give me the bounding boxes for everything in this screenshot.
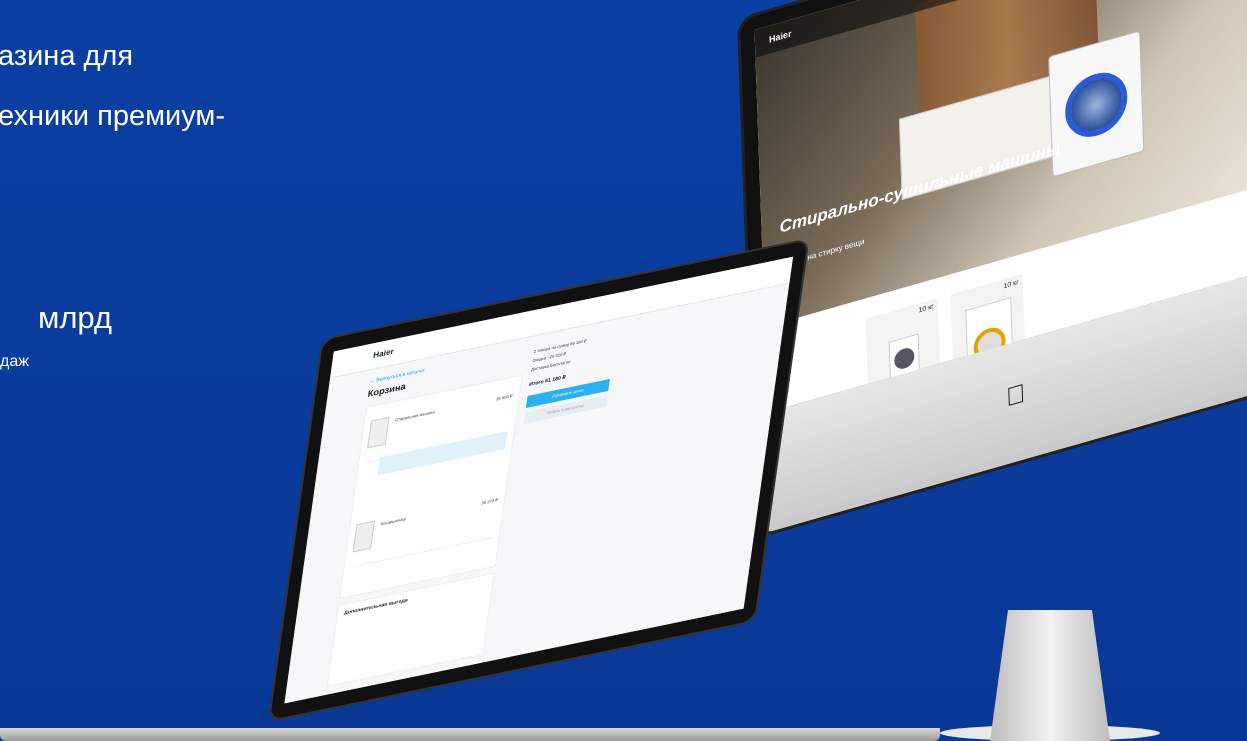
hero-stat-caption: даж bbox=[0, 353, 29, 370]
laptop-base bbox=[0, 728, 940, 741]
apple-logo-icon:  bbox=[1004, 377, 1027, 412]
cart-item-thumb bbox=[367, 416, 390, 449]
cart-item-name: Кондиционер bbox=[380, 516, 407, 527]
cart-item-name: Стиральная машина bbox=[394, 409, 436, 423]
cart-item-price: 35 900 ₽ bbox=[495, 393, 513, 402]
hero-line-2: ехники премиум- bbox=[0, 100, 226, 132]
product-size: 10 кг bbox=[918, 303, 934, 315]
total-label: Итого bbox=[528, 378, 545, 388]
imac-stand bbox=[990, 610, 1110, 741]
product-size: 10 кг bbox=[1003, 279, 1019, 291]
extra-benefit-title: Дополнительная выгода bbox=[343, 597, 409, 617]
imac-screen-frame: Haier Стирально-сушильные машины взгляд … bbox=[740, 0, 1247, 536]
imac-logo: Haier bbox=[768, 28, 792, 45]
laptop-mockup: Haier ← Вернуться в каталог Корзина Стир… bbox=[0, 240, 940, 741]
hero-line-1: азина для bbox=[0, 40, 134, 72]
hero-stat-value: млрд bbox=[38, 300, 113, 335]
washer-image bbox=[1048, 30, 1145, 178]
total-value: 61 180 ₽ bbox=[544, 374, 566, 385]
cart-item-thumb bbox=[352, 520, 376, 553]
cart-item-price: 30 270 ₽ bbox=[481, 497, 499, 506]
order-summary: 2 товара на сумму 66 160 ₽ Скидка −20 32… bbox=[510, 332, 616, 519]
door-icon bbox=[894, 345, 915, 372]
laptop-logo: Haier bbox=[372, 346, 395, 360]
cart-item: Кондиционер 30 270 ₽ bbox=[350, 487, 500, 568]
cart-list: Стиральная машина 35 900 ₽ Кондиционер 3… bbox=[339, 374, 523, 599]
washer-door bbox=[1064, 65, 1129, 145]
